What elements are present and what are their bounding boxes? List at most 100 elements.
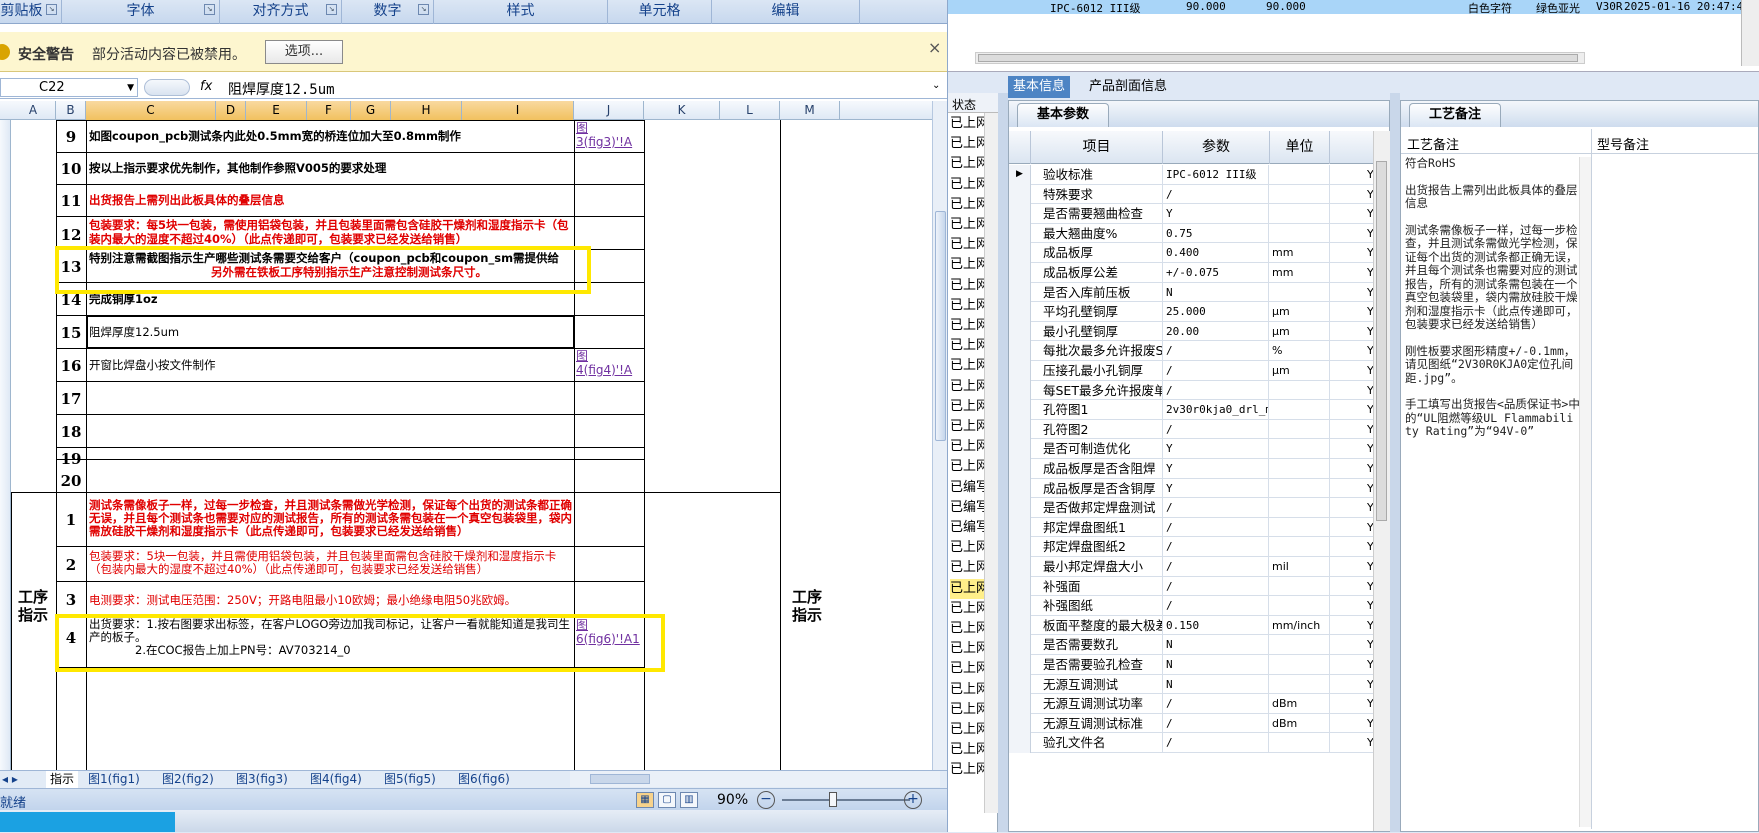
param-row[interactable]: 邦定焊盘图纸2/Y — [1009, 537, 1373, 557]
param-unit[interactable]: mil — [1270, 557, 1330, 577]
status-list-item[interactable]: 已上网 — [950, 276, 988, 296]
cell-text[interactable]: 开窗比焊盘小按文件制作 — [89, 358, 216, 372]
status-list-item[interactable]: 已上网 — [950, 417, 988, 437]
status-list-item[interactable]: 已编写 — [950, 498, 988, 518]
dialog-launcher-icon[interactable]: ↘ — [204, 4, 215, 15]
param-value[interactable]: Y — [1164, 439, 1269, 459]
param-row[interactable]: 每批次最多允许报废SET/%Y — [1009, 341, 1373, 361]
param-unit[interactable]: dBm — [1270, 713, 1330, 734]
cell-text[interactable]: 包装要求：5块一包装，并且需使用铝袋包装，并且包装里面需包含硅胶干燥剂和湿度指示… — [89, 550, 573, 576]
param-value[interactable]: / — [1164, 733, 1269, 753]
param-item[interactable]: 成品板厚 — [1043, 243, 1163, 263]
ribbon-group-styles[interactable]: 样式 — [434, 0, 608, 24]
param-item[interactable]: 邦定焊盘图纸2 — [1043, 537, 1163, 557]
ribbon-group-font[interactable]: 字体 ↘ — [62, 0, 220, 24]
vertical-scrollbar[interactable] — [1373, 131, 1390, 831]
param-row[interactable]: 成品板厚是否含阻焊 Y Y — [1009, 459, 1373, 479]
dialog-launcher-icon[interactable]: ↘ — [326, 4, 337, 15]
param-item[interactable]: 无源互调测试标准 — [1043, 713, 1163, 734]
status-list-item[interactable]: 已上网 — [950, 195, 988, 215]
param-item[interactable]: 每SET最多允许报废单元 — [1043, 380, 1163, 401]
sheet-tab[interactable]: 图5(fig5) — [384, 771, 436, 789]
param-unit[interactable] — [1270, 655, 1330, 675]
column-header[interactable]: G — [351, 101, 391, 120]
param-unit[interactable]: dBm — [1270, 694, 1330, 714]
cell-text[interactable]: 测试条需像板子一样，过每一步检查，并且测试条需做光学检测，保证每个出货的测试条都… — [89, 499, 573, 538]
param-value[interactable]: 25.000 — [1164, 302, 1269, 322]
zoom-in-icon[interactable]: + — [904, 791, 922, 809]
splitter[interactable] — [1390, 93, 1400, 832]
param-item[interactable]: 孔符图2 — [1043, 419, 1163, 440]
param-value[interactable]: Y — [1164, 459, 1269, 479]
param-value[interactable]: N — [1164, 282, 1269, 303]
param-row[interactable]: 是否做邦定焊盘测试 / Y — [1009, 498, 1373, 518]
cell-text[interactable]: 电测要求：测试电压范围：250V；开路电阻最小10欧姆；最小绝缘电阻50兆欧姆。 — [89, 593, 516, 607]
status-list-item[interactable]: 已上网 — [950, 114, 988, 134]
vertical-scrollbar[interactable] — [984, 113, 998, 813]
status-list-item[interactable]: 已上网 — [950, 336, 988, 356]
param-row[interactable]: 是否需要翘曲检查 Y Y — [1009, 204, 1373, 224]
param-row[interactable]: 无源互调测试功率 / dBm Y — [1009, 694, 1373, 714]
param-item[interactable]: 是否需要验孔检查 — [1043, 655, 1163, 675]
param-unit[interactable] — [1270, 184, 1330, 205]
param-value[interactable]: N — [1164, 635, 1269, 655]
cell-text[interactable]: 按以上指示要求优先制作，其他制作参照V005的要求处理 — [89, 161, 386, 175]
close-icon[interactable]: × — [928, 38, 941, 57]
chevron-down-icon[interactable]: ▼ — [127, 79, 134, 97]
sheet-tab[interactable]: 图6(fig6) — [458, 771, 510, 789]
param-value[interactable]: / — [1164, 537, 1269, 557]
status-list-item[interactable]: 已上网 — [950, 154, 988, 174]
param-row[interactable]: 邦定焊盘图纸1/Y — [1009, 517, 1373, 538]
param-unit[interactable] — [1270, 478, 1330, 499]
param-item[interactable]: 平均孔壁铜厚 — [1043, 302, 1163, 322]
ribbon-group-clipboard[interactable]: 剪贴板 ↘ — [0, 0, 62, 24]
fx-icon[interactable]: fx — [200, 79, 212, 94]
page-break-icon[interactable]: ▥ — [680, 792, 698, 808]
param-row[interactable]: 是否需要验孔检查 N Y — [1009, 655, 1373, 675]
param-value[interactable]: N — [1164, 655, 1269, 675]
column-header[interactable]: E — [246, 101, 307, 120]
param-value[interactable]: / — [1164, 694, 1269, 714]
column-header[interactable]: F — [307, 101, 351, 120]
param-value[interactable]: 20.00 — [1164, 321, 1269, 342]
param-row[interactable]: 孔符图12v30r0kja0_drl_m...Y — [1009, 400, 1373, 420]
param-unit[interactable] — [1270, 576, 1330, 597]
param-row[interactable]: 补强面 / Y — [1009, 576, 1373, 597]
worksheet-grid[interactable]: 9 如图coupon_pcb测试条内此处0.5mm宽的桥连位加大至0.8mm制作… — [11, 120, 932, 770]
taskbar-item[interactable] — [0, 812, 175, 832]
vertical-scrollbar[interactable] — [932, 101, 947, 771]
param-item[interactable]: 最小邦定焊盘大小 — [1043, 557, 1163, 577]
status-list-item[interactable]: 已上网 — [950, 538, 988, 558]
param-value[interactable]: 0.400 — [1164, 243, 1269, 263]
formula-input[interactable]: 阻焊厚度12.5um — [228, 79, 335, 99]
options-button[interactable]: 选项... — [265, 40, 343, 64]
order-grid-selected-row[interactable]: IPC-6012 III级 90.000 90.000 白色字符 绿色亚光 V3… — [948, 0, 1750, 15]
tab-basic-info[interactable]: 基本信息 — [1008, 76, 1071, 98]
param-unit[interactable] — [1270, 400, 1330, 420]
horizontal-scrollbar[interactable] — [975, 52, 1585, 64]
column-header-unit[interactable]: 单位 — [1270, 131, 1330, 164]
param-value[interactable]: / — [1164, 380, 1269, 401]
param-unit[interactable] — [1270, 537, 1330, 557]
ribbon-group-number[interactable]: 数字 ↘ — [342, 0, 434, 24]
scroll-thumb[interactable] — [1376, 161, 1387, 521]
column-header[interactable]: M — [780, 101, 840, 120]
param-unit[interactable] — [1270, 733, 1330, 753]
dialog-launcher-icon[interactable]: ↘ — [418, 4, 429, 15]
column-header[interactable]: D — [216, 101, 246, 120]
status-list-item[interactable]: 已上网 — [950, 316, 988, 336]
param-value[interactable]: / — [1164, 361, 1269, 381]
param-item[interactable]: 无源互调测试功率 — [1043, 694, 1163, 714]
param-unit[interactable] — [1270, 674, 1330, 695]
column-header[interactable]: H — [391, 101, 462, 120]
param-row[interactable]: 补强图纸 / Y — [1009, 596, 1373, 616]
param-unit[interactable]: μm — [1270, 302, 1330, 322]
column-header-selected[interactable]: C — [86, 101, 216, 120]
status-list-item[interactable]: 已上网 — [950, 659, 988, 679]
param-value[interactable]: Y — [1164, 478, 1269, 499]
ribbon-group-alignment[interactable]: 对齐方式 ↘ — [220, 0, 342, 24]
param-value[interactable]: / — [1164, 557, 1269, 577]
status-list-item[interactable]: 已上网 — [950, 680, 988, 700]
param-value[interactable]: Y — [1164, 204, 1269, 224]
param-row[interactable]: 平均孔壁铜厚 25.000 μm Y — [1009, 302, 1373, 322]
